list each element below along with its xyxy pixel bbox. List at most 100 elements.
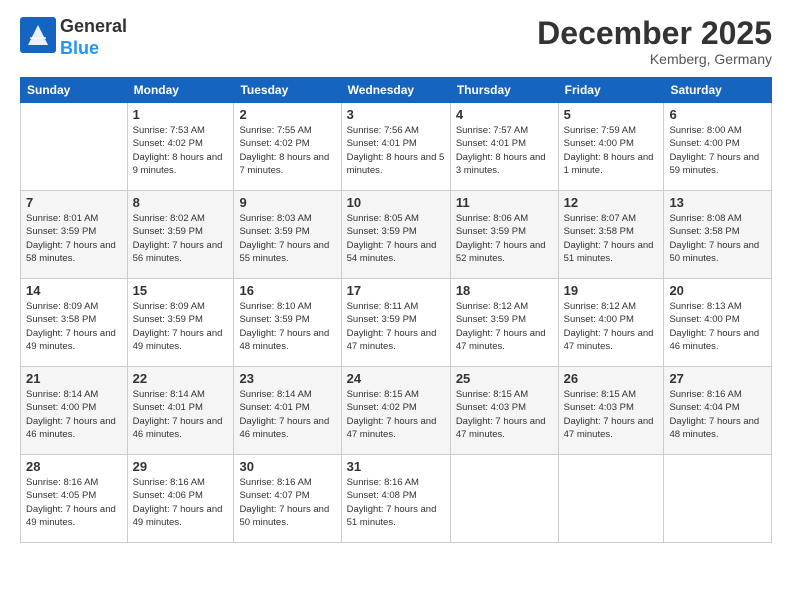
calendar-cell: 23 Sunrise: 8:14 AMSunset: 4:01 PMDayligh…: [234, 367, 341, 455]
day-info: Sunrise: 8:01 AMSunset: 3:59 PMDaylight:…: [26, 212, 122, 265]
day-info: Sunrise: 7:59 AMSunset: 4:00 PMDaylight:…: [564, 124, 659, 177]
day-number: 5: [564, 107, 659, 122]
day-number: 9: [239, 195, 335, 210]
day-number: 25: [456, 371, 553, 386]
calendar-weekday-header: Tuesday: [234, 78, 341, 103]
calendar-cell: 19 Sunrise: 8:12 AMSunset: 4:00 PMDayligh…: [558, 279, 664, 367]
calendar-cell: [558, 455, 664, 543]
day-info: Sunrise: 8:14 AMSunset: 4:00 PMDaylight:…: [26, 388, 122, 441]
calendar-cell: 24Sunrise: 8:15 AMSunset: 4:02 PMDayligh…: [341, 367, 450, 455]
calendar-cell: 8 Sunrise: 8:02 AMSunset: 3:59 PMDaylight…: [127, 191, 234, 279]
day-number: 10: [347, 195, 445, 210]
calendar-weekday-header: Monday: [127, 78, 234, 103]
day-info: Sunrise: 8:08 AMSunset: 3:58 PMDaylight:…: [669, 212, 766, 265]
day-number: 12: [564, 195, 659, 210]
calendar-cell: 31 Sunrise: 8:16 AMSunset: 4:08 PMDayligh…: [341, 455, 450, 543]
calendar-cell: 15 Sunrise: 8:09 AMSunset: 3:59 PMDayligh…: [127, 279, 234, 367]
day-number: 28: [26, 459, 122, 474]
calendar-cell: 5 Sunrise: 7:59 AMSunset: 4:00 PMDaylight…: [558, 103, 664, 191]
calendar-cell: 3 Sunrise: 7:56 AMSunset: 4:01 PMDaylight…: [341, 103, 450, 191]
calendar-week-row: 28Sunrise: 8:16 AMSunset: 4:05 PMDayligh…: [21, 455, 772, 543]
calendar-weekday-header: Sunday: [21, 78, 128, 103]
day-info: Sunrise: 8:16 AMSunset: 4:08 PMDaylight:…: [347, 476, 445, 529]
logo: General Blue: [20, 16, 127, 59]
day-number: 7: [26, 195, 122, 210]
day-info: Sunrise: 8:06 AMSunset: 3:59 PMDaylight:…: [456, 212, 553, 265]
month-title: December 2025: [537, 16, 772, 51]
calendar-cell: 7 Sunrise: 8:01 AMSunset: 3:59 PMDaylight…: [21, 191, 128, 279]
header: General Blue December 2025 Kemberg, Germ…: [20, 16, 772, 67]
calendar-cell: 20Sunrise: 8:13 AMSunset: 4:00 PMDayligh…: [664, 279, 772, 367]
calendar-weekday-header: Saturday: [664, 78, 772, 103]
day-info: Sunrise: 8:12 AMSunset: 3:59 PMDaylight:…: [456, 300, 553, 353]
calendar-weekday-header: Friday: [558, 78, 664, 103]
calendar-cell: 13 Sunrise: 8:08 AMSunset: 3:58 PMDayligh…: [664, 191, 772, 279]
day-info: Sunrise: 7:53 AMSunset: 4:02 PMDaylight:…: [133, 124, 229, 177]
calendar-cell: [664, 455, 772, 543]
day-info: Sunrise: 8:15 AMSunset: 4:02 PMDaylight:…: [347, 388, 445, 441]
day-info: Sunrise: 8:05 AMSunset: 3:59 PMDaylight:…: [347, 212, 445, 265]
day-number: 14: [26, 283, 122, 298]
day-number: 22: [133, 371, 229, 386]
day-info: Sunrise: 7:55 AMSunset: 4:02 PMDaylight:…: [239, 124, 335, 177]
title-block: December 2025 Kemberg, Germany: [537, 16, 772, 67]
day-info: Sunrise: 8:16 AMSunset: 4:06 PMDaylight:…: [133, 476, 229, 529]
day-number: 1: [133, 107, 229, 122]
calendar-cell: 25 Sunrise: 8:15 AMSunset: 4:03 PMDayligh…: [450, 367, 558, 455]
calendar-cell: [450, 455, 558, 543]
day-info: Sunrise: 8:07 AMSunset: 3:58 PMDaylight:…: [564, 212, 659, 265]
day-number: 18: [456, 283, 553, 298]
day-number: 17: [347, 283, 445, 298]
calendar-cell: 28Sunrise: 8:16 AMSunset: 4:05 PMDayligh…: [21, 455, 128, 543]
day-info: Sunrise: 8:15 AMSunset: 4:03 PMDaylight:…: [564, 388, 659, 441]
day-number: 31: [347, 459, 445, 474]
day-number: 8: [133, 195, 229, 210]
calendar-cell: 2Sunrise: 7:55 AMSunset: 4:02 PMDaylight…: [234, 103, 341, 191]
day-info: Sunrise: 8:14 AMSunset: 4:01 PMDaylight:…: [239, 388, 335, 441]
day-number: 6: [669, 107, 766, 122]
logo-blue: Blue: [60, 38, 99, 58]
day-number: 26: [564, 371, 659, 386]
day-number: 23: [239, 371, 335, 386]
day-info: Sunrise: 8:16 AMSunset: 4:07 PMDaylight:…: [239, 476, 335, 529]
calendar-cell: 16 Sunrise: 8:10 AMSunset: 3:59 PMDayligh…: [234, 279, 341, 367]
day-info: Sunrise: 8:09 AMSunset: 3:59 PMDaylight:…: [133, 300, 229, 353]
day-number: 3: [347, 107, 445, 122]
day-info: Sunrise: 8:10 AMSunset: 3:59 PMDaylight:…: [239, 300, 335, 353]
day-number: 29: [133, 459, 229, 474]
day-number: 30: [239, 459, 335, 474]
day-number: 20: [669, 283, 766, 298]
day-info: Sunrise: 8:03 AMSunset: 3:59 PMDaylight:…: [239, 212, 335, 265]
calendar-week-row: 14Sunrise: 8:09 AMSunset: 3:58 PMDayligh…: [21, 279, 772, 367]
day-info: Sunrise: 7:57 AMSunset: 4:01 PMDaylight:…: [456, 124, 553, 177]
calendar-cell: 11 Sunrise: 8:06 AMSunset: 3:59 PMDayligh…: [450, 191, 558, 279]
calendar-cell: 4Sunrise: 7:57 AMSunset: 4:01 PMDaylight…: [450, 103, 558, 191]
day-info: Sunrise: 7:56 AMSunset: 4:01 PMDaylight:…: [347, 124, 445, 177]
calendar-week-row: 21Sunrise: 8:14 AMSunset: 4:00 PMDayligh…: [21, 367, 772, 455]
calendar-cell: 10 Sunrise: 8:05 AMSunset: 3:59 PMDayligh…: [341, 191, 450, 279]
calendar-cell: 21Sunrise: 8:14 AMSunset: 4:00 PMDayligh…: [21, 367, 128, 455]
calendar-cell: [21, 103, 128, 191]
day-info: Sunrise: 8:15 AMSunset: 4:03 PMDaylight:…: [456, 388, 553, 441]
day-number: 13: [669, 195, 766, 210]
calendar-cell: 12 Sunrise: 8:07 AMSunset: 3:58 PMDayligh…: [558, 191, 664, 279]
location-subtitle: Kemberg, Germany: [537, 51, 772, 67]
calendar-cell: 29 Sunrise: 8:16 AMSunset: 4:06 PMDayligh…: [127, 455, 234, 543]
logo-text: General Blue: [60, 16, 127, 59]
calendar-cell: 14Sunrise: 8:09 AMSunset: 3:58 PMDayligh…: [21, 279, 128, 367]
day-number: 16: [239, 283, 335, 298]
calendar-header-row: SundayMondayTuesdayWednesdayThursdayFrid…: [21, 78, 772, 103]
calendar-weekday-header: Wednesday: [341, 78, 450, 103]
calendar-cell: 22Sunrise: 8:14 AMSunset: 4:01 PMDayligh…: [127, 367, 234, 455]
calendar-week-row: 1 Sunrise: 7:53 AMSunset: 4:02 PMDaylight…: [21, 103, 772, 191]
calendar-weekday-header: Thursday: [450, 78, 558, 103]
day-number: 19: [564, 283, 659, 298]
calendar-cell: 27Sunrise: 8:16 AMSunset: 4:04 PMDayligh…: [664, 367, 772, 455]
page: General Blue December 2025 Kemberg, Germ…: [0, 0, 792, 612]
logo-icon: [20, 17, 56, 53]
day-number: 15: [133, 283, 229, 298]
day-info: Sunrise: 8:02 AMSunset: 3:59 PMDaylight:…: [133, 212, 229, 265]
day-info: Sunrise: 8:12 AMSunset: 4:00 PMDaylight:…: [564, 300, 659, 353]
day-number: 11: [456, 195, 553, 210]
calendar-cell: 1 Sunrise: 7:53 AMSunset: 4:02 PMDaylight…: [127, 103, 234, 191]
